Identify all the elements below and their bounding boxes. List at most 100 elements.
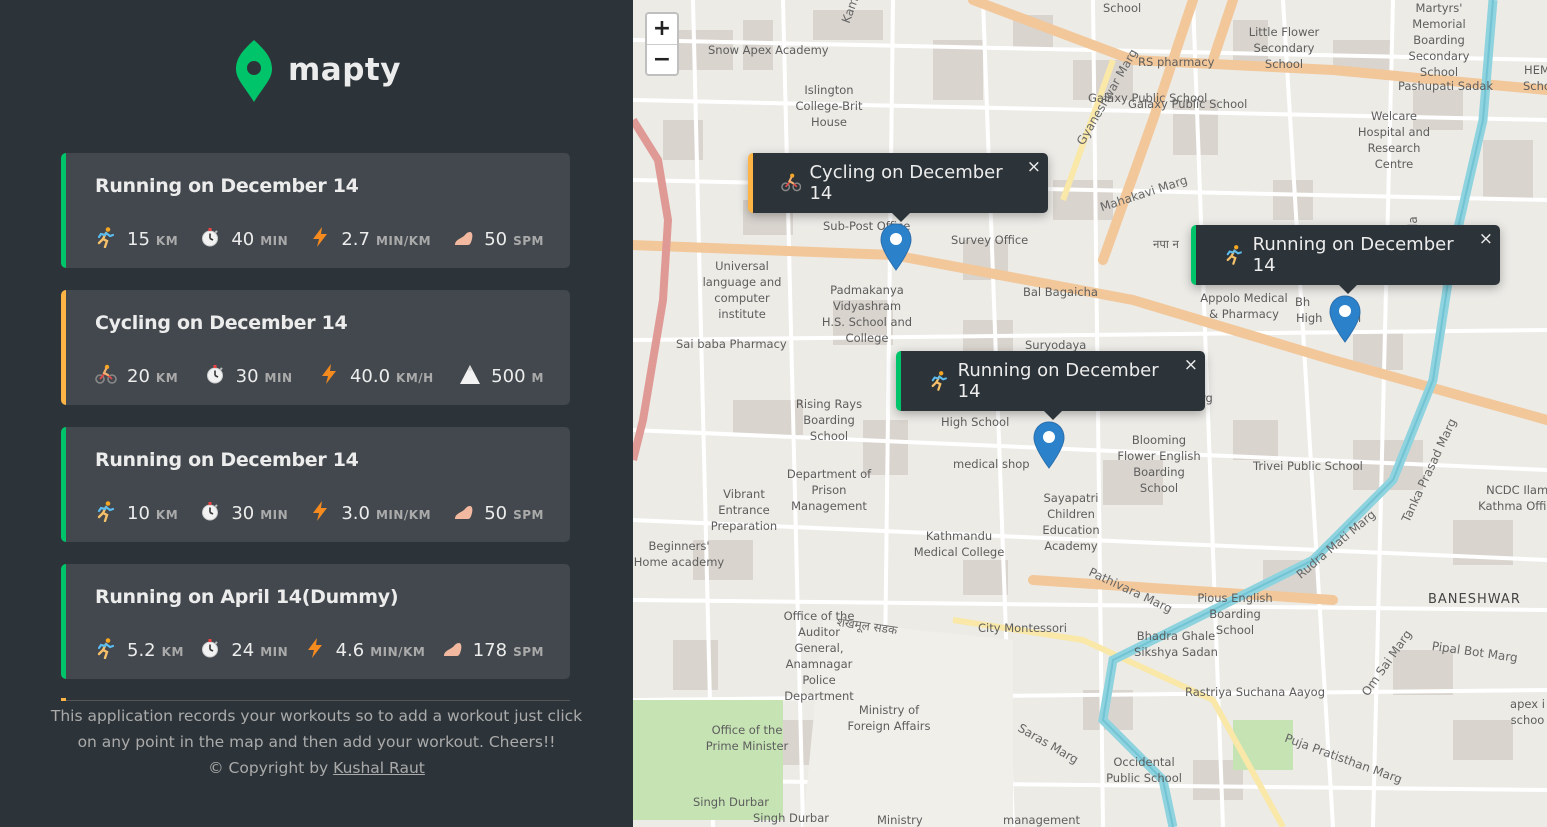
detail-value: 15 [127, 229, 150, 250]
map-marker-icon[interactable] [1328, 294, 1362, 344]
map-label: High [1296, 311, 1323, 325]
lightning-icon [304, 637, 328, 659]
map-label: Office of the Prime Minister [705, 723, 789, 753]
footprint-icon [441, 637, 465, 659]
popup-title: Running on December 14 [957, 360, 1159, 402]
stopwatch-icon [199, 226, 223, 248]
workout-title: Running on December 14 [95, 449, 359, 471]
map-label: Occidental Public School [1106, 755, 1182, 785]
map-label: RS pharmacy [1138, 55, 1215, 69]
workout-detail: 178 SPM [441, 634, 544, 661]
workout-detail: 40 MIN [199, 223, 288, 250]
map-pin-logo-icon [236, 40, 272, 102]
map-marker-icon[interactable] [879, 222, 913, 272]
map-label: Sai baba Pharmacy [676, 337, 787, 351]
map-label: Islington College-Brit House [795, 83, 863, 129]
zoom-in-button[interactable]: + [647, 14, 677, 44]
detail-value: 178 [472, 640, 508, 661]
map-label: Sayapatri Children Education Academy [1042, 491, 1100, 553]
detail-unit: MIN [260, 234, 289, 248]
detail-unit: SPM [513, 234, 544, 248]
copyright-text: © Copyright by [208, 759, 329, 777]
detail-value: 20 [127, 366, 150, 387]
workout-details: 10 KM 30 MIN 3.0 MIN/KM 50 SPM [95, 497, 544, 524]
map-label: Pashupati Sadak [1398, 79, 1494, 93]
cycling-icon [781, 172, 802, 194]
popup-title: Running on December 14 [1252, 234, 1454, 276]
detail-value: 5.2 [127, 640, 156, 661]
workout-popup[interactable]: Running on December 14 × [896, 351, 1205, 420]
map-label: Appolo Medical & Pharmacy [1200, 291, 1288, 321]
logo-text: mapty [288, 52, 401, 88]
detail-unit: MIN [260, 508, 289, 522]
lightning-icon [309, 500, 333, 522]
workout-card-cycling[interactable]: Cycling on December 14 20 KM 30 MIN 40.0 KM/H 5… [61, 290, 570, 405]
map-label: Blooming Flower English Boarding School [1117, 433, 1201, 495]
map-label: HEM Scho [1523, 63, 1547, 93]
workout-detail: 20 KM [95, 360, 178, 387]
workout-detail: 30 MIN [199, 497, 288, 524]
map-label: Universal language and computer institut… [702, 259, 782, 321]
workout-title: Running on April 14(Dummy) [95, 586, 399, 608]
detail-unit: KM/H [396, 371, 434, 385]
popup-close-button[interactable]: × [1027, 157, 1041, 177]
map-label: High School [941, 415, 1010, 429]
workout-title: Running on December 14 [95, 175, 359, 197]
map-label: Rising Rays Boarding School [795, 397, 863, 443]
map-label: Survey Office [951, 233, 1029, 247]
running-icon [95, 500, 119, 523]
detail-unit: KM [155, 508, 179, 522]
workout-popup[interactable]: Cycling on December 14 × [748, 153, 1048, 222]
detail-unit: M [531, 371, 544, 385]
map-label: Welcare Hospital and Research Centre [1357, 109, 1431, 171]
workout-card-running[interactable]: Running on December 14 15 KM 40 MIN 2.7 MIN/KM… [61, 153, 570, 268]
workout-detail: 10 KM [95, 497, 178, 524]
map-label: Martyrs' Memorial Boarding Secondary Sch… [1408, 1, 1470, 79]
stopwatch-icon [199, 637, 223, 659]
map-label: Galaxy Public School [1128, 97, 1248, 111]
map-label: medical shop [953, 457, 1030, 471]
detail-value: 50 [484, 229, 508, 250]
workout-card-running[interactable]: Running on April 14(Dummy) 5.2 KM 24 MIN 4.6 M… [61, 564, 570, 679]
workout-detail: 50 SPM [452, 223, 544, 250]
workout-details: 5.2 KM 24 MIN 4.6 MIN/KM 178 SPM [95, 634, 544, 661]
running-icon [929, 370, 950, 392]
detail-value: 2.7 [341, 229, 370, 250]
detail-value: 30 [231, 503, 255, 524]
workout-details: 15 KM 40 MIN 2.7 MIN/KM 50 SPM [95, 223, 544, 250]
map-label: Ministry of Foreign Affairs [847, 703, 931, 733]
map-label: Rastriya Suchana Aayog [1185, 685, 1326, 699]
popup-close-button[interactable]: × [1184, 355, 1198, 375]
lightning-icon [318, 363, 342, 385]
running-icon [1224, 244, 1245, 266]
map-label: NCDC Ilam, Kathma Office [1478, 483, 1547, 513]
workout-list: Running on December 14 15 KM 40 MIN 2.7 MIN/KM… [61, 153, 570, 701]
detail-unit: KM [161, 645, 184, 659]
footer-description-line-1: This application records your workouts s… [50, 707, 583, 725]
map-label: नपा न [1153, 237, 1179, 251]
map-label: Bal Bagaicha [1023, 285, 1098, 299]
workout-detail: 5.2 KM [95, 634, 184, 661]
zoom-out-button[interactable]: − [647, 44, 677, 74]
map-label: Department of Prison Management [786, 467, 872, 513]
map-label: Bhadra Ghale Sikshya Sadan [1134, 629, 1218, 659]
running-icon [95, 226, 119, 249]
copyright: © Copyright by Kushal Raut [50, 755, 583, 781]
map-label: Bh [1295, 295, 1311, 309]
author-link[interactable]: Kushal Raut [333, 759, 425, 777]
popup-close-button[interactable]: × [1479, 229, 1493, 249]
logo: mapty [234, 38, 401, 104]
detail-value: 50 [484, 503, 508, 524]
workout-card-running[interactable]: Running on December 14 10 KM 30 MIN 3.0 MIN/KM… [61, 427, 570, 542]
map-label: Ministry [877, 813, 923, 827]
workout-detail: 4.6 MIN/KM [304, 634, 426, 661]
map-label: Beginners' Home academy [633, 539, 725, 569]
map-marker-icon[interactable] [1032, 420, 1066, 470]
map[interactable]: School Martyrs' Memorial Boarding Seconda… [633, 0, 1547, 827]
map-label: Singh Durbar [693, 795, 769, 809]
workout-popup[interactable]: Running on December 14 × [1191, 225, 1500, 294]
map-label: apex i schoo [1510, 697, 1545, 727]
map-label: BANESHWAR [1428, 592, 1521, 607]
workout-detail: 3.0 MIN/KM [309, 497, 431, 524]
detail-value: 10 [127, 503, 150, 524]
